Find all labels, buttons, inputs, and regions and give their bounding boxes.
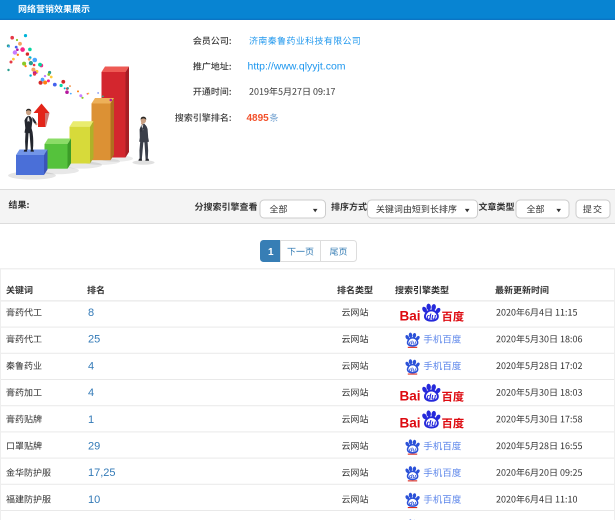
svg-text:4: 4 bbox=[88, 360, 94, 372]
svg-text:10: 10 bbox=[88, 494, 100, 506]
svg-text:4: 4 bbox=[88, 387, 94, 399]
svg-text:du: du bbox=[409, 447, 417, 453]
svg-text:1: 1 bbox=[88, 414, 94, 426]
svg-text:1: 1 bbox=[268, 247, 274, 258]
svg-text:Bai: Bai bbox=[400, 309, 421, 324]
svg-text:Bai: Bai bbox=[400, 415, 421, 430]
svg-text:du: du bbox=[409, 474, 417, 480]
svg-text:http://www.qlyyjt.com: http://www.qlyyjt.com bbox=[248, 61, 346, 73]
svg-text:du: du bbox=[426, 419, 436, 428]
svg-text:du: du bbox=[426, 312, 436, 321]
svg-text:Bai: Bai bbox=[400, 389, 421, 404]
svg-text:du: du bbox=[409, 341, 417, 347]
svg-text:8: 8 bbox=[88, 307, 94, 319]
svg-text:29: 29 bbox=[88, 441, 100, 453]
svg-text:du: du bbox=[409, 501, 417, 507]
svg-text:du: du bbox=[426, 393, 436, 402]
svg-text:17,25: 17,25 bbox=[88, 467, 116, 479]
svg-text:4895: 4895 bbox=[247, 113, 270, 124]
svg-text:du: du bbox=[409, 367, 417, 373]
svg-text:25: 25 bbox=[88, 334, 100, 346]
